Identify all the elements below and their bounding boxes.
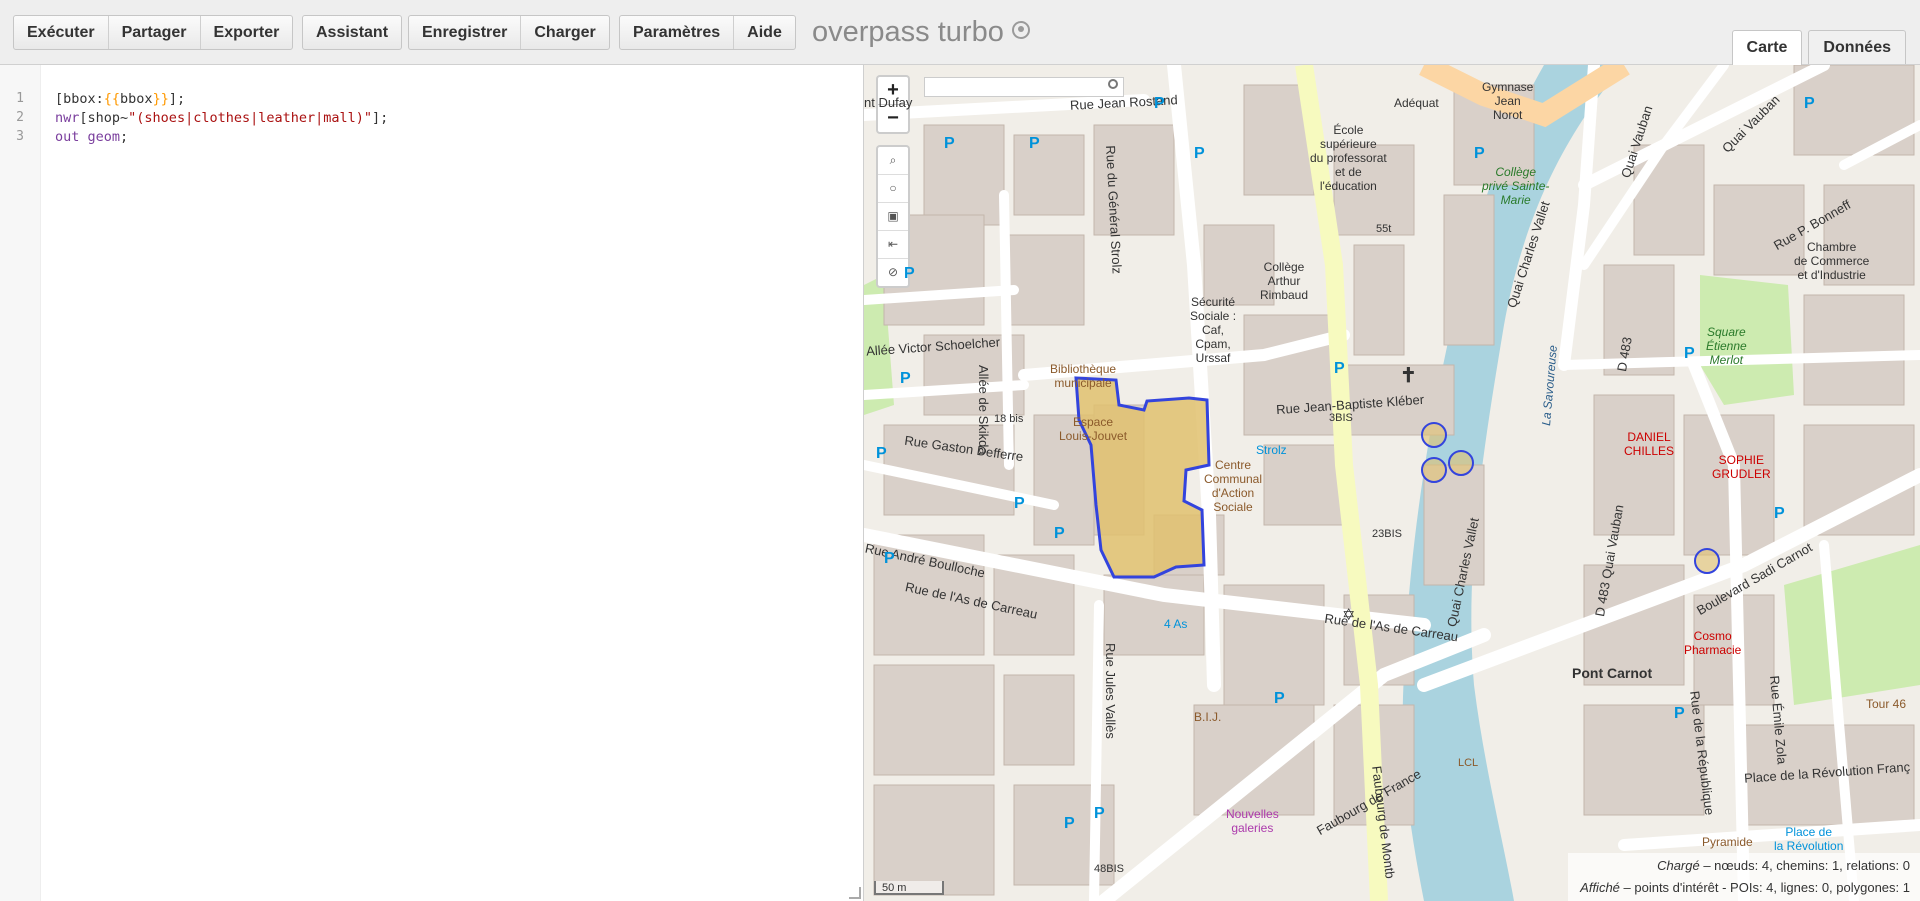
poi-label-college-prive: Collège privé Sainte- Marie <box>1482 165 1550 207</box>
export-button[interactable]: Exporter <box>201 16 293 49</box>
stats-loaded-text: – nœuds: 4, chemins: 1, relations: 0 <box>1699 858 1910 873</box>
poi-label-chambre-commerce: Chambre de Commerce et d'Industrie <box>1794 240 1870 282</box>
poi-label-pyramide: Pyramide <box>1702 835 1753 849</box>
save-button[interactable]: Enregistrer <box>409 16 522 49</box>
view-tabs: Carte Données <box>1731 30 1906 66</box>
street-label: Allée de Skikda <box>976 365 991 455</box>
poi-label-securite-sociale: Sécurité Sociale : Caf, Cpam, Urssaf <box>1190 295 1237 365</box>
code-line-2[interactable]: nwr[shop~"(shoes|clothes|leather|mall)"]… <box>55 110 388 126</box>
overpass-logo-icon <box>1011 21 1030 40</box>
load-button[interactable]: Charger <box>521 16 608 49</box>
wizard-button[interactable]: Assistant <box>303 16 401 49</box>
zoom-to-data-icon[interactable]: ⇤ <box>878 231 908 259</box>
poi-label-lcl: LCL <box>1458 757 1479 769</box>
parking-icon: P <box>1474 145 1485 162</box>
line-number: 1 <box>16 91 24 106</box>
run-button[interactable]: Exécuter <box>14 16 109 49</box>
poi-label-gymnase: Gymnase Jean Norot <box>1482 80 1534 122</box>
code-line-3[interactable]: out geom; <box>55 129 128 145</box>
house-number: 55t <box>1376 223 1392 235</box>
parking-icon: P <box>1054 525 1065 542</box>
resize-handle[interactable] <box>849 887 861 899</box>
poi-label-ecole: École supérieure du professorat et de l'… <box>1310 123 1387 193</box>
parking-icon: P <box>1014 495 1025 512</box>
parking-icon: P <box>1029 135 1040 152</box>
bus-stop-label: Strolz <box>1256 443 1287 457</box>
house-number: 48BIS <box>1094 863 1124 875</box>
park-area <box>1784 545 1920 705</box>
stats-shown: Affiché – points d'intérêt - POIs: 4, li… <box>1580 877 1910 899</box>
stats-loaded: Chargé – nœuds: 4, chemins: 1, relations… <box>1580 855 1910 877</box>
app-title-text: overpass turbo <box>812 16 1004 48</box>
parking-icon: P <box>1094 805 1105 822</box>
parking-icon: P <box>1774 505 1785 522</box>
poi-label-tour46: Tour 46 <box>1866 697 1907 711</box>
map-search-input[interactable] <box>924 77 1124 97</box>
save-load-group: Enregistrer Charger <box>408 15 610 50</box>
poi-label-bij: B.I.J. <box>1194 710 1222 724</box>
house-number: 3BIS <box>1329 412 1353 424</box>
poi-label-nouvelles-galeries: Nouvelles galeries <box>1226 807 1279 835</box>
poi-label-college-arthur: Collège Arthur Rimbaud <box>1260 260 1309 302</box>
code-line-1[interactable]: [bbox:{{bbox}}]; <box>55 91 185 107</box>
bridge-label: Pont Carnot <box>1572 665 1653 681</box>
settings-button[interactable]: Paramètres <box>620 16 735 49</box>
map-scale: 50 m <box>874 881 944 895</box>
poi-label-espace-jouvet: Espace Louis-Jouvet <box>1059 415 1128 443</box>
locate-icon[interactable]: ○ <box>878 175 908 203</box>
poi-label-adequat: Adéquat <box>1394 96 1439 110</box>
parking-icon: P <box>1684 345 1695 362</box>
parking-icon: P <box>884 550 895 567</box>
run-share-export-group: Exécuter Partager Exporter <box>13 15 294 50</box>
parking-icon: P <box>1804 95 1815 112</box>
settings-help-group: Paramètres Aide <box>619 15 796 50</box>
house-number: 23BIS <box>1372 528 1402 540</box>
poi-label-sophie-grudler: SOPHIE GRUDLER <box>1712 453 1771 481</box>
church-icon: ✝ <box>1400 365 1417 387</box>
street-label: Rue Jules Vallès <box>1103 643 1118 739</box>
poi-label-cosmo-pharmacie: Cosmo Pharmacie <box>1684 629 1742 657</box>
poi-label-centre-communal: Centre Communal d'Action Sociale <box>1204 458 1263 514</box>
parking-icon: P <box>1194 145 1205 162</box>
toolbar: Exécuter Partager Exporter Assistant Enr… <box>0 0 1920 66</box>
help-button[interactable]: Aide <box>734 16 795 49</box>
stats-shown-text: – points d'intérêt - POIs: 4, lignes: 0,… <box>1619 880 1910 895</box>
parking-icon: P <box>1154 95 1165 112</box>
poi-label-daniel-chilles: DANIEL CHILLES <box>1624 430 1675 458</box>
map-stats: Chargé – nœuds: 4, chemins: 1, relations… <box>1568 853 1920 901</box>
parking-icon: P <box>900 370 911 387</box>
street-label: nt Dufay <box>864 95 913 110</box>
line-number: 2 <box>16 110 24 125</box>
tab-data[interactable]: Données <box>1808 30 1906 64</box>
tab-map[interactable]: Carte <box>1731 30 1803 66</box>
parking-icon: P <box>904 265 915 282</box>
parking-icon: P <box>944 135 955 152</box>
synagogue-icon: ✡ <box>1342 607 1356 624</box>
parking-icon: P <box>1274 690 1285 707</box>
share-button[interactable]: Partager <box>109 16 201 49</box>
poi-label-bibliotheque: Bibliothèque municipale <box>1050 362 1117 390</box>
house-number: 18 bis <box>994 413 1024 425</box>
image-icon[interactable]: ▣ <box>878 203 908 231</box>
stats-loaded-label: Chargé <box>1657 858 1700 873</box>
search-icon[interactable]: ⌕ <box>878 147 908 175</box>
stats-shown-label: Affiché <box>1580 880 1620 895</box>
parking-icon: P <box>1064 815 1075 832</box>
parking-icon: P <box>876 445 887 462</box>
wizard-group: Assistant <box>302 15 403 50</box>
app-title: overpass turbo <box>812 14 1030 50</box>
map-search-icon[interactable] <box>1108 79 1118 89</box>
line-number: 3 <box>16 129 24 144</box>
query-editor[interactable]: 1 2 3 [bbox:{{bbox}}]; nwr[shop~"(shoes|… <box>0 65 864 901</box>
poi-label-place-revolution: Place de la Révolution <box>1774 825 1844 853</box>
line-number-gutter: 1 2 3 <box>0 65 41 901</box>
map-view[interactable]: + − ⌕ ○ ▣ ⇤ ⊘ Rue Jean Rostand nt Dufay … <box>864 65 1920 901</box>
parking-icon: P <box>1674 705 1685 722</box>
bus-stop-label: 4 As <box>1164 617 1188 631</box>
poi-label-square-merlot: Square Étienne Merlot <box>1706 325 1747 367</box>
parking-icon: P <box>1334 360 1345 377</box>
